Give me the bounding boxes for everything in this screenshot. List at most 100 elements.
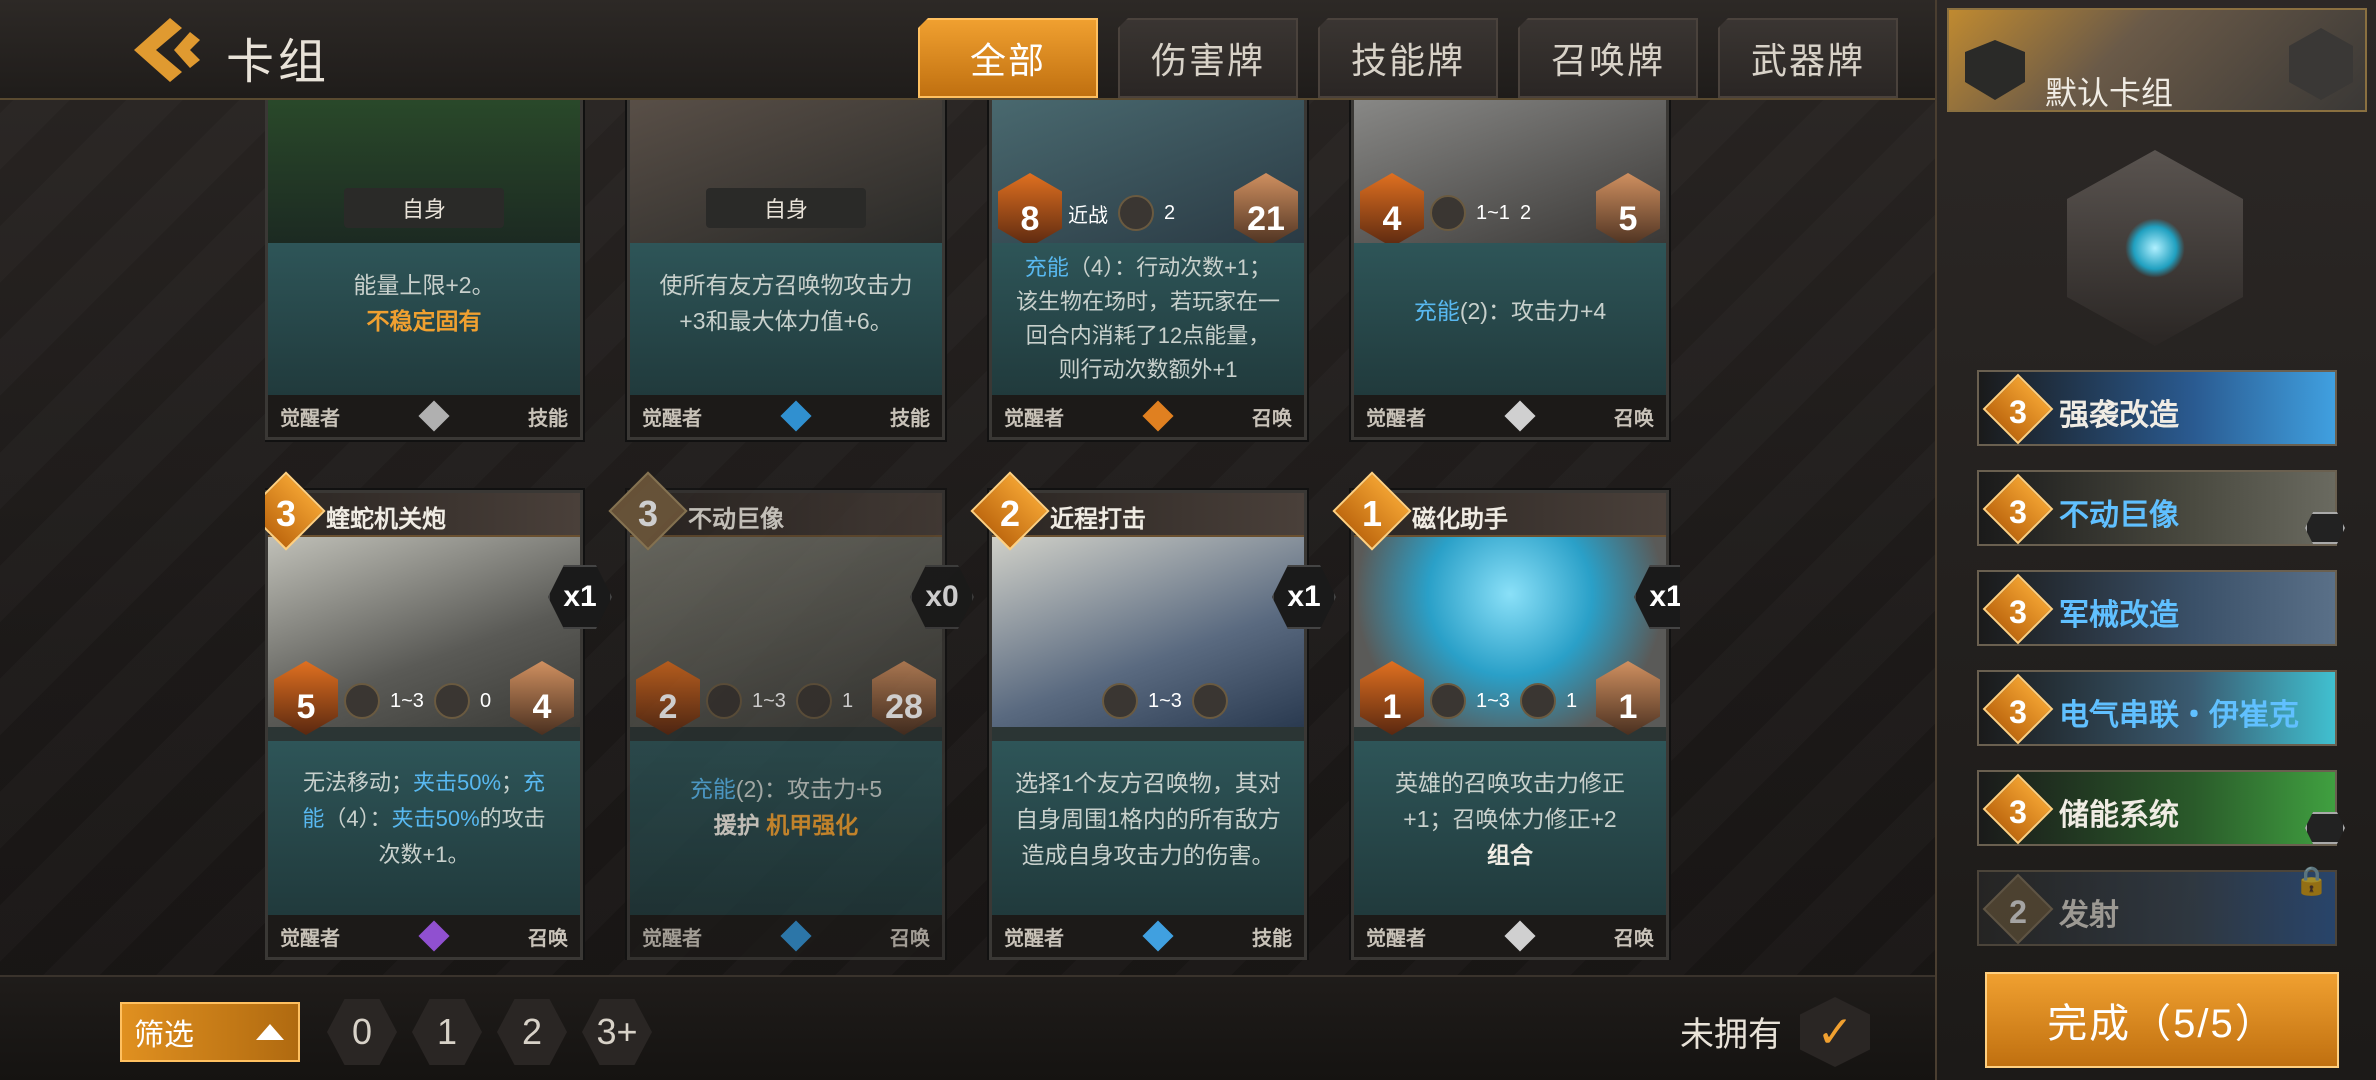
filter-dropdown[interactable]: 筛选: [120, 1002, 300, 1062]
card-desc: (2)：攻击力+5: [735, 776, 883, 802]
card-desc: （4）：行动次数+1；: [1068, 255, 1272, 280]
range-icon: [1191, 683, 1228, 719]
card-desc: 次数+1。: [378, 842, 470, 867]
card-type: 技能: [890, 407, 930, 430]
card-keyword: 不稳定固有: [366, 308, 482, 334]
deck-builder-screen: 卡组 全部 伤害牌 技能牌 召唤牌 武器牌 自身 能量上限+2。 不稳定固有 觉…: [0, 0, 2376, 1080]
range-icon: [795, 683, 832, 719]
edit-deck-icon[interactable]: [2289, 28, 2353, 100]
rarity-gem-icon: [418, 400, 450, 432]
card-desc: 回合内消耗了12点能量，: [1025, 323, 1271, 348]
card-type: 技能: [528, 407, 568, 430]
speed-stat: 1: [1565, 689, 1578, 712]
range-icon: [1519, 683, 1556, 719]
energy-cost-icon: 3: [608, 471, 688, 551]
card-type: 召唤: [528, 927, 568, 950]
deck-card-item[interactable]: 3 电气串联・伊崔克: [1977, 670, 2337, 746]
health-stat: 28: [872, 661, 936, 735]
deck-card-name: 军械改造: [2059, 599, 2179, 632]
speed-stat: 1: [841, 689, 854, 712]
card-owner: 觉醒者: [280, 407, 340, 430]
card-keyword: 充能: [1413, 298, 1460, 324]
deck-card-item[interactable]: 3 强袭改造: [1977, 370, 2337, 446]
deck-card-item[interactable]: 3 储能系统: [1977, 770, 2345, 846]
card[interactable]: 近程打击 2 x1 1~3 选择1个友方召唤物，其对 自身周围1格内的所有敌方 …: [970, 471, 1336, 960]
card-desc: 造成自身攻击力的伤害。: [1021, 842, 1275, 868]
rarity-gem-icon: [780, 400, 812, 432]
health-stat: 21: [1234, 173, 1298, 247]
range-icon: [433, 683, 470, 719]
deck-card-item[interactable]: 3 不动巨像: [1977, 470, 2345, 546]
deck-card-item[interactable]: 3 军械改造: [1977, 570, 2337, 646]
back-arrow-icon[interactable]: [130, 14, 210, 86]
target-icon: [1102, 683, 1138, 719]
bottom-bar: 筛选 0 1 2 3+ 未拥有 ✓: [0, 975, 1935, 1080]
card-desc: 自身周围1格内的所有敌方: [1015, 806, 1281, 832]
energy-cost: 3: [2009, 693, 2027, 730]
card-owner: 觉醒者: [642, 407, 702, 430]
target-icon: [706, 683, 742, 719]
unowned-label: 未拥有: [1680, 1016, 1782, 1054]
card-grid[interactable]: 自身 能量上限+2。 不稳定固有 觉醒者 技能 自身 使所有友方召唤物攻击力 +3…: [265, 100, 1680, 960]
card-desc: 的攻击: [479, 806, 546, 831]
rarity-gem-icon: [1504, 400, 1536, 432]
top-bar: 卡组 全部 伤害牌 技能牌 召唤牌 武器牌: [0, 0, 1935, 100]
tab-weapon[interactable]: 武器牌: [1718, 18, 1898, 98]
tab-summon[interactable]: 召唤牌: [1518, 18, 1698, 98]
card-owner: 觉醒者: [1004, 407, 1064, 430]
tab-all[interactable]: 全部: [918, 18, 1098, 98]
deck-card-name: 储能系统: [2059, 799, 2179, 832]
tab-skill[interactable]: 技能牌: [1318, 18, 1498, 98]
card-keyword: 能: [302, 806, 325, 831]
caret-up-icon: [256, 1024, 284, 1040]
attack-stat: 8: [998, 173, 1062, 247]
rarity-gem-icon: [1142, 920, 1174, 952]
target-icon: [1430, 195, 1466, 231]
cost-filter-3plus[interactable]: 3+: [582, 999, 652, 1065]
filter-label: 筛选: [134, 1019, 194, 1052]
attack-stat: 2: [636, 661, 700, 735]
card[interactable]: 蝰蛇机关炮 3 x1 5 1~3 0 4 无法移动；夹击50%；充 能（4）：夹击…: [265, 471, 612, 960]
card[interactable]: 磁化助手 1 x1 1 1~3 1 1 英雄的召唤攻击力修正 +1；召唤体力修正+…: [1332, 471, 1680, 960]
deck-card-item[interactable]: 2 发射 🔒: [1977, 865, 2337, 946]
energy-cost-icon: 3: [1982, 773, 2054, 845]
card-desc: +3和最大体力值+6。: [679, 308, 893, 334]
range-label: 1~3: [752, 689, 786, 712]
card-owner: 觉醒者: [280, 927, 340, 950]
health-stat: 5: [1596, 173, 1660, 247]
energy-cost-icon: 2: [1982, 873, 2054, 945]
page-title: 卡组: [226, 36, 331, 89]
card-desc: （4）：: [324, 806, 392, 831]
card-keyword: 机甲强化: [766, 812, 859, 838]
deck-selector[interactable]: 默认卡组: [1947, 8, 2367, 112]
card-keyword: 组合: [1487, 842, 1533, 868]
card-tag-icon: [2305, 512, 2345, 544]
card[interactable]: 自身 能量上限+2。 不稳定固有 觉醒者 技能: [265, 100, 583, 440]
energy-cost-icon: 3: [1982, 473, 2054, 545]
unowned-checkbox[interactable]: ✓: [1800, 997, 1870, 1067]
card[interactable]: 自身 使所有友方召唤物攻击力 +3和最大体力值+6。 觉醒者 技能: [627, 100, 945, 440]
card-desc: 使所有友方召唤物攻击力: [659, 272, 913, 298]
card[interactable]: 4 1~1 2 5 充能(2)：攻击力+4 觉醒者 召唤: [1351, 100, 1669, 440]
range-label: 近战: [1068, 204, 1108, 227]
card-desc: 则行动次数额外+1: [1058, 357, 1238, 382]
card[interactable]: 8 近战 2 21 充能（4）：行动次数+1； 该生物在场时，若玩家在一 回合内消…: [989, 100, 1307, 440]
tab-bar: 全部 伤害牌 技能牌 召唤牌 武器牌: [918, 18, 1898, 98]
tab-damage[interactable]: 伤害牌: [1118, 18, 1298, 98]
lock-icon: 🔒: [2294, 865, 2329, 896]
cost-filter-2[interactable]: 2: [497, 999, 567, 1065]
card-owner: 觉醒者: [1366, 927, 1426, 950]
energy-cost-icon: 1: [1332, 471, 1412, 551]
hero-portrait[interactable]: [2067, 150, 2243, 346]
card-keyword: 夹击50%: [412, 770, 502, 795]
card[interactable]: 不动巨像 3 x0 2 1~3 1 28 充能(2)：攻击力+5 援护 机甲强化 …: [608, 471, 974, 960]
energy-cost-icon: 3: [1982, 673, 2054, 745]
card-type: 召唤: [1252, 407, 1292, 430]
card-name: 蝰蛇机关炮: [326, 506, 446, 533]
speed-stat: 2: [1164, 201, 1176, 224]
energy-cost: 2: [999, 492, 1021, 534]
cost-filter-1[interactable]: 1: [412, 999, 482, 1065]
cost-filter-0[interactable]: 0: [327, 999, 397, 1065]
done-button[interactable]: 完成（5/5）: [1985, 972, 2339, 1068]
card-name: 磁化助手: [1412, 506, 1508, 533]
